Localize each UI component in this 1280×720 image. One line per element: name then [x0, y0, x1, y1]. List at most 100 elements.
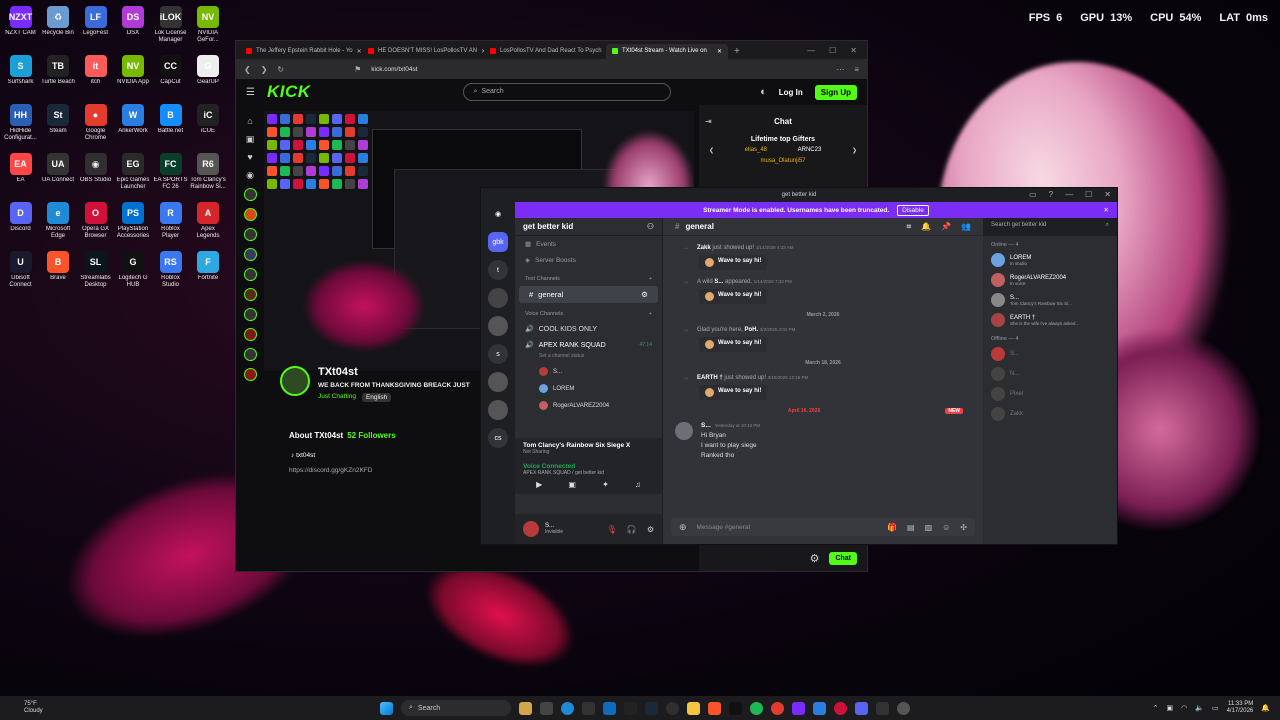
- desktop-icon[interactable]: NZXT NZXT CAM: [2, 4, 39, 53]
- spotify-icon[interactable]: [750, 701, 763, 715]
- desktop-icon[interactable]: CC CapCut: [152, 53, 189, 102]
- boosts-item[interactable]: ◈ Server Boosts: [515, 252, 662, 268]
- help-icon[interactable]: ?: [1049, 190, 1053, 199]
- desktop-icon[interactable]: FC EA SPORTS FC 26: [152, 151, 189, 200]
- voice-channel-active[interactable]: 🔊 APEX RANK SQUAD 47:14: [515, 337, 662, 353]
- opera-icon[interactable]: [834, 701, 847, 715]
- pin-icon[interactable]: 📌: [941, 222, 951, 232]
- tray-app-icon[interactable]: ▣: [1167, 704, 1174, 712]
- menu-icon[interactable]: ≡: [854, 65, 859, 74]
- notification-icon[interactable]: 🔔: [1261, 704, 1270, 712]
- browser-tab[interactable]: TXt04st Stream - Watch Live on ✕: [606, 44, 728, 59]
- language-tag[interactable]: English: [361, 393, 392, 402]
- tiktok-link[interactable]: ♪ txt04st: [291, 452, 396, 459]
- members-icon[interactable]: 👥: [961, 222, 971, 232]
- desktop-icon[interactable]: HH HidHide Configurat...: [2, 102, 39, 151]
- server-icon[interactable]: t: [488, 260, 508, 280]
- desktop-icon[interactable]: UA UA Connect: [40, 151, 77, 200]
- member-item[interactable]: N...: [983, 364, 1117, 384]
- capture-icon[interactable]: [813, 701, 826, 715]
- channel-avatar[interactable]: [243, 208, 257, 221]
- url-field[interactable]: kick.com/txt04st: [371, 66, 826, 73]
- voice-channel[interactable]: 🔊 COOL KIDS ONLY: [515, 321, 662, 337]
- terminal-icon[interactable]: [876, 701, 889, 715]
- forward-icon[interactable]: ❯: [261, 65, 268, 74]
- desktop-icon[interactable]: U Ubisoft Connect: [2, 249, 39, 298]
- desktop-icon[interactable]: LF LegoFest: [77, 4, 114, 53]
- browser-tab[interactable]: LosPollosTV And Dad React To Psych✕: [484, 44, 606, 59]
- prev-icon[interactable]: ❮: [709, 147, 714, 154]
- system-message[interactable]: → A wild S... appeared. 1/14/2026 7:33 PM…: [663, 276, 983, 304]
- headphones-icon[interactable]: 🎧: [627, 525, 637, 534]
- system-message[interactable]: → Zakk just showed up! 1/14/2026 4:33 AM …: [663, 242, 983, 270]
- close-icon[interactable]: ✕: [850, 46, 857, 55]
- desktop-icon[interactable]: D Discord: [2, 200, 39, 249]
- reload-icon[interactable]: ↻: [277, 65, 284, 74]
- sticker-icon[interactable]: ▨: [925, 523, 933, 532]
- threads-icon[interactable]: ⌗: [907, 222, 912, 232]
- gif-icon[interactable]: ▤: [907, 523, 915, 532]
- edge-icon[interactable]: [561, 701, 574, 715]
- capcut-icon[interactable]: [624, 701, 637, 715]
- voice-connected-label[interactable]: Voice Connected: [523, 463, 654, 470]
- task-view-icon[interactable]: [540, 701, 553, 715]
- settings-icon[interactable]: ⚙: [647, 525, 654, 534]
- desktop-icon[interactable]: B Battle.net: [152, 102, 189, 151]
- server-icon[interactable]: gbk: [488, 232, 508, 252]
- desktop-icon[interactable]: TB Turtle Beach: [40, 53, 77, 102]
- category-voice-channels[interactable]: Voice Channels +: [515, 303, 662, 321]
- close-icon[interactable]: ✕: [1104, 206, 1109, 214]
- disable-button[interactable]: Disable: [897, 204, 929, 216]
- network-icon[interactable]: ◠: [1181, 704, 1187, 712]
- channel-status[interactable]: Set a channel status: [515, 353, 662, 363]
- desktop-icon[interactable]: F Fortnite: [190, 249, 227, 298]
- soundboard-icon[interactable]: ♫: [635, 480, 641, 489]
- clock[interactable]: 11:33 PM 4/17/2026: [1227, 701, 1254, 715]
- channel-name[interactable]: TXt04st: [318, 366, 470, 378]
- close-tab-icon[interactable]: ✕: [717, 48, 722, 55]
- system-message[interactable]: → EARTH † just showed up! 3/18/2026 12:15…: [663, 372, 983, 400]
- activities-icon[interactable]: ✦: [602, 480, 609, 489]
- maximize-icon[interactable]: ☐: [829, 46, 836, 55]
- discord-home-icon[interactable]: ◉: [488, 204, 508, 224]
- desktop-icon[interactable]: G Logitech G HUB: [115, 249, 152, 298]
- volume-icon[interactable]: 🔈: [1195, 704, 1204, 712]
- widgets-icon[interactable]: [519, 701, 532, 715]
- home-icon[interactable]: ⌂: [245, 116, 256, 127]
- member-name[interactable]: S...: [714, 279, 723, 285]
- discord-icon[interactable]: [855, 701, 868, 715]
- channel-avatar[interactable]: [243, 288, 257, 301]
- settings-icon[interactable]: ⚙: [810, 552, 820, 565]
- apps-icon[interactable]: ✣: [960, 523, 967, 532]
- user-avatar[interactable]: [523, 521, 539, 537]
- member-name[interactable]: PoH.: [745, 327, 759, 333]
- channel-avatar[interactable]: [243, 328, 257, 341]
- desktop-icon[interactable]: it itch: [77, 53, 114, 102]
- bell-icon[interactable]: 🔔: [921, 222, 931, 232]
- message-avatar[interactable]: [675, 422, 693, 440]
- mute-icon[interactable]: 🎙: [607, 525, 617, 534]
- collapse-chat-icon[interactable]: ⇥: [705, 117, 712, 126]
- message-author[interactable]: S...: [701, 422, 711, 429]
- desktop-icon[interactable]: ♻ Recycle Bin: [40, 4, 77, 53]
- voice-channel-path[interactable]: APEX RANK SQUAD / get better kid: [523, 470, 654, 476]
- close-tab-icon[interactable]: ✕: [357, 48, 362, 55]
- server-icon[interactable]: [488, 288, 508, 308]
- screen-share-icon[interactable]: ▣: [568, 480, 576, 489]
- desktop-icon[interactable]: NV NVIDIA App: [115, 53, 152, 102]
- member-item[interactable]: Zakk: [983, 404, 1117, 424]
- desktop-icon[interactable]: RS Roblox Studio: [152, 249, 189, 298]
- system-message[interactable]: → Glad you're here, PoH. 3/2/2026 3:02 PM…: [663, 324, 983, 352]
- following-icon[interactable]: ♥: [245, 152, 256, 163]
- discord-invite-link[interactable]: https://discord.gg/gKZn2KFD: [289, 467, 396, 474]
- new-tab-button[interactable]: +: [728, 46, 746, 59]
- chat-message[interactable]: S... Yesterday at 10:42 PM Hi Bryan I wan…: [663, 418, 983, 463]
- bookmark-icon[interactable]: ⚑: [354, 65, 361, 74]
- channel-avatar[interactable]: [243, 308, 257, 321]
- tiktok-icon[interactable]: [729, 701, 742, 715]
- wave-button[interactable]: Wave to say hi!: [699, 289, 768, 304]
- emoji-icon[interactable]: ☺: [942, 523, 950, 532]
- server-header[interactable]: get better kid ⚇: [515, 218, 662, 236]
- add-channel-icon[interactable]: +: [649, 276, 652, 282]
- desktop-icon[interactable]: G GearUP: [190, 53, 227, 102]
